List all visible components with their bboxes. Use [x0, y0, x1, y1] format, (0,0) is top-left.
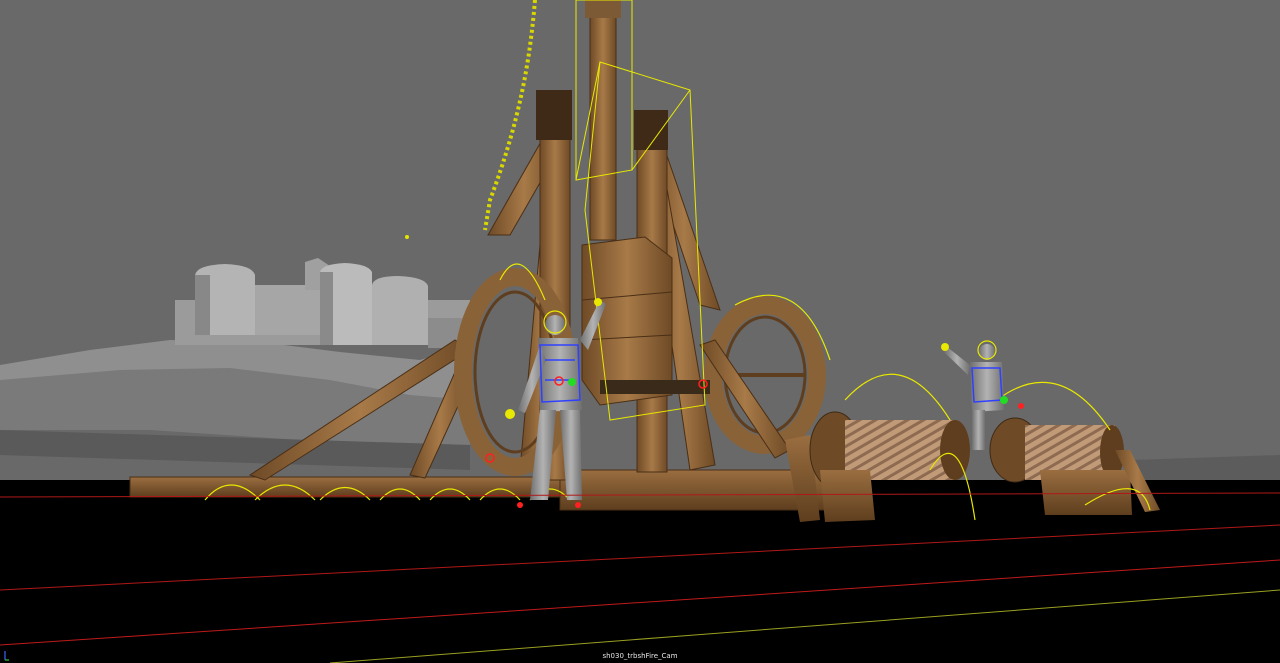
scene-render[interactable]	[0, 0, 1280, 663]
locator-marker[interactable]	[405, 235, 409, 239]
3d-viewport[interactable]: sh030_trbshFire_Cam	[0, 0, 1280, 663]
camera-name-label: sh030_trbshFire_Cam	[602, 652, 678, 660]
